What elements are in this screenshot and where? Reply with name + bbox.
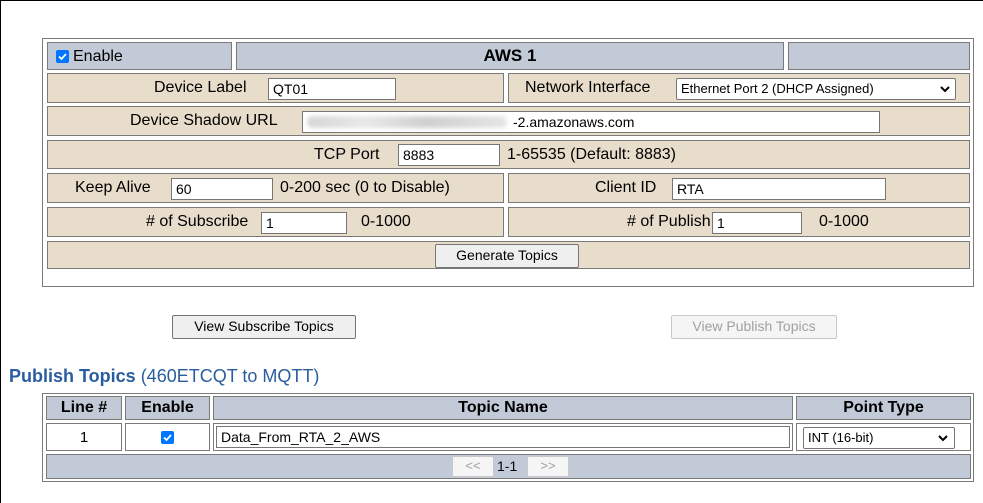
- pager-next-button[interactable]: >>: [527, 456, 569, 477]
- pager-prev-button[interactable]: <<: [452, 456, 494, 477]
- point-type-value: INT (16-bit): [808, 430, 874, 445]
- publish-topics-table: Line # Enable Topic Name Point Type 1 Da…: [42, 393, 974, 482]
- col-header-point-type: Point Type: [796, 396, 971, 420]
- keep-alive-label: Keep Alive: [75, 179, 151, 196]
- generate-topics-cell: Generate Topics: [47, 241, 970, 269]
- view-publish-topics-button[interactable]: View Publish Topics: [671, 315, 837, 339]
- pager-row: << 1-1 >>: [46, 454, 971, 479]
- table-row-point-type-cell: INT (16-bit): [796, 423, 971, 451]
- table-row-enable-cell: [125, 423, 210, 451]
- network-interface-select[interactable]: Ethernet Port 2 (DHCP Assigned): [676, 78, 956, 100]
- client-id-cell: Client ID RTA: [508, 173, 970, 203]
- row-line-number: 1: [79, 429, 89, 446]
- pager-range: 1-1: [497, 458, 518, 474]
- col-header-line: Line #: [46, 396, 122, 420]
- redacted-url-blur: [307, 116, 507, 128]
- tcp-port-hint: 1-65535 (Default: 8883): [507, 146, 676, 163]
- keep-alive-cell: Keep Alive 60 0-200 sec (0 to Disable): [47, 173, 504, 203]
- num-publish-label: # of Publish: [627, 213, 711, 230]
- col-header-point-type-label: Point Type: [843, 399, 924, 416]
- generate-topics-button[interactable]: Generate Topics: [435, 244, 579, 268]
- enable-label: Enable: [73, 48, 123, 65]
- title-cell: AWS 1: [236, 42, 784, 70]
- chevron-down-icon: [940, 86, 950, 93]
- keep-alive-hint: 0-200 sec (0 to Disable): [280, 179, 450, 196]
- publish-topics-subtitle: (460ETCQT to MQTT): [135, 366, 320, 386]
- tcp-port-input[interactable]: 8883: [398, 144, 500, 166]
- tcp-port-label: TCP Port: [314, 146, 380, 163]
- device-shadow-url-suffix: -2.amazonaws.com: [513, 114, 635, 130]
- chevron-down-icon: [938, 435, 948, 442]
- col-header-enable-label: Enable: [141, 399, 194, 416]
- network-interface-cell: Network Interface Ethernet Port 2 (DHCP …: [508, 73, 970, 103]
- device-shadow-url-cell: Device Shadow URL -2.amazonaws.com: [47, 106, 970, 136]
- topic-name-input[interactable]: Data_From_RTA_2_AWS: [216, 426, 790, 448]
- client-id-input[interactable]: RTA: [672, 178, 886, 200]
- enable-cell: Enable: [47, 42, 232, 70]
- publish-topics-title: Publish Topics: [9, 366, 136, 386]
- keep-alive-input[interactable]: 60: [171, 178, 273, 200]
- device-label-input[interactable]: QT01: [268, 78, 396, 100]
- enable-checkbox[interactable]: [56, 50, 69, 63]
- col-header-topic-name-label: Topic Name: [458, 399, 548, 416]
- device-label-label: Device Label: [154, 79, 247, 96]
- num-subscribe-label: # of Subscribe: [146, 213, 249, 230]
- num-publish-cell: # of Publish 1 0-1000: [508, 207, 970, 237]
- table-row-line-cell: 1: [46, 423, 122, 451]
- col-header-topic-name: Topic Name: [213, 396, 793, 420]
- num-subscribe-hint: 0-1000: [361, 213, 411, 230]
- title-empty-cell: [788, 42, 970, 70]
- device-label-cell: Device Label QT01: [47, 73, 504, 103]
- point-type-select[interactable]: INT (16-bit): [803, 427, 955, 449]
- device-shadow-url-input[interactable]: -2.amazonaws.com: [302, 111, 880, 133]
- network-interface-label: Network Interface: [525, 79, 651, 96]
- num-publish-input[interactable]: 1: [712, 212, 802, 234]
- aws-config-table: Enable AWS 1 Device Label QT01 Network I…: [42, 38, 974, 287]
- col-header-line-label: Line #: [60, 399, 108, 416]
- tcp-port-cell: TCP Port 8883 1-65535 (Default: 8883): [47, 140, 970, 169]
- col-header-enable: Enable: [125, 396, 210, 420]
- config-title: AWS 1: [483, 46, 537, 65]
- view-subscribe-topics-button[interactable]: View Subscribe Topics: [172, 315, 356, 339]
- table-row-topic-cell: Data_From_RTA_2_AWS: [213, 423, 793, 451]
- num-publish-hint: 0-1000: [819, 213, 869, 230]
- num-subscribe-input[interactable]: 1: [261, 212, 347, 234]
- row-enable-checkbox[interactable]: [161, 431, 174, 444]
- client-id-label: Client ID: [595, 179, 657, 196]
- device-shadow-url-label: Device Shadow URL: [130, 112, 278, 129]
- network-interface-value: Ethernet Port 2 (DHCP Assigned): [681, 81, 874, 96]
- publish-topics-heading: Publish Topics (460ETCQT to MQTT): [9, 365, 319, 387]
- num-subscribe-cell: # of Subscribe 1 0-1000: [47, 207, 504, 237]
